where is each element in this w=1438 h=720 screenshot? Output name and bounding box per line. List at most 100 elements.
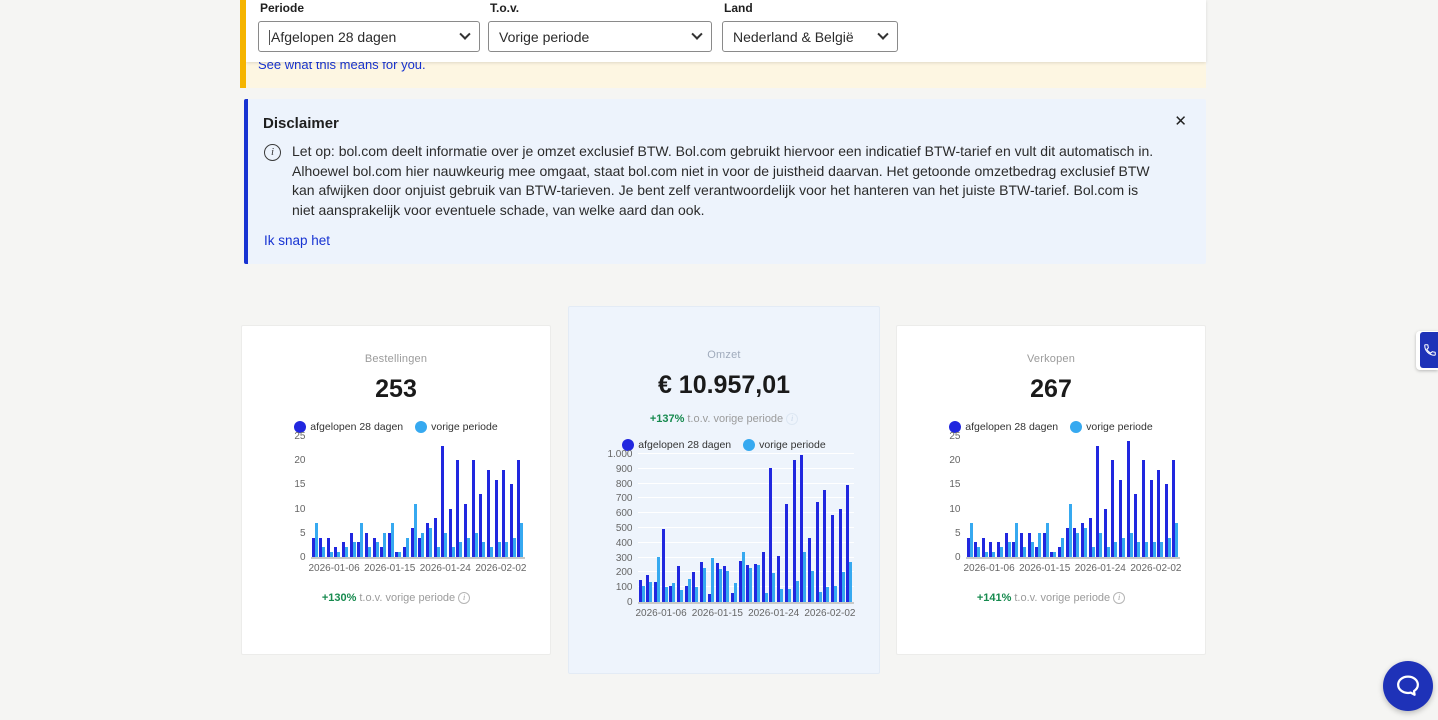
info-icon[interactable]: i <box>458 592 470 604</box>
y-axis-label: 15 <box>294 480 305 490</box>
bar-pair <box>510 484 516 557</box>
card-value: € 10.957,01 <box>658 371 790 400</box>
bar-previous <box>695 587 698 602</box>
phone-icon <box>1423 343 1437 357</box>
chat-button[interactable] <box>1383 661 1433 711</box>
y-axis-label: 800 <box>616 480 633 490</box>
bar-previous <box>452 547 455 557</box>
tov-value: Vorige periode <box>499 29 693 45</box>
bar-pair <box>731 583 737 602</box>
land-dropdown[interactable]: Nederland & België <box>722 21 898 52</box>
bar-pair <box>823 490 829 602</box>
bar-pair <box>357 523 363 557</box>
bar-pair <box>1020 533 1026 557</box>
filter-land: Land Nederland & België <box>722 0 898 52</box>
gridline <box>638 468 854 469</box>
card-bestellingen[interactable]: Bestellingen 253 afgelopen 28 dagen vori… <box>241 325 551 655</box>
bar-previous <box>680 590 683 602</box>
delta-value: +137% <box>650 413 685 425</box>
bar-previous <box>421 533 424 557</box>
x-axis-label: 2026-01-15 <box>1019 563 1070 574</box>
legend-label-current: afgelopen 28 dagen <box>638 439 731 451</box>
bar-pair <box>464 504 470 557</box>
legend-dot-previous <box>415 421 427 433</box>
bar-pair <box>654 557 660 602</box>
x-axis-label: 2026-02-02 <box>1130 563 1181 574</box>
bar-previous <box>520 523 523 557</box>
bar-previous <box>467 538 470 557</box>
bar-pair <box>746 565 752 602</box>
bar-previous <box>1084 528 1087 557</box>
bar-pair <box>441 446 447 557</box>
bar-pair <box>831 515 837 602</box>
y-axis-label: 200 <box>616 568 633 578</box>
info-icon[interactable]: i <box>786 413 798 425</box>
y-axis-label: 10 <box>294 505 305 515</box>
delta-suffix: t.o.v. vorige periode <box>359 592 455 604</box>
disclaimer-box: ✕ Disclaimer i Let op: bol.com deelt inf… <box>244 99 1206 264</box>
periode-dropdown[interactable]: Afgelopen 28 dagen <box>258 21 480 52</box>
card-omzet[interactable]: Omzet € 10.957,01 +137% t.o.v. vorige pe… <box>568 306 880 674</box>
delta-value: +130% <box>322 592 357 604</box>
bar-previous <box>757 565 760 602</box>
bar-pair <box>989 542 995 557</box>
bar-pair <box>816 502 822 602</box>
bar-pair <box>472 460 478 557</box>
bar-pair <box>777 556 783 602</box>
bar-previous <box>742 552 745 602</box>
chevron-down-icon <box>877 28 888 39</box>
land-value: Nederland & België <box>733 29 879 45</box>
bar-previous <box>1076 533 1079 557</box>
bar-previous <box>1114 542 1117 557</box>
gridline <box>638 453 854 454</box>
x-axis-label: 2026-01-24 <box>1075 563 1126 574</box>
bar-previous <box>330 552 333 557</box>
y-axis-label: 5 <box>955 529 961 539</box>
delta-value: +141% <box>977 592 1012 604</box>
bar-previous <box>642 586 645 602</box>
bar-previous <box>376 542 379 557</box>
bar-pair <box>669 583 675 602</box>
bar-previous <box>459 542 462 557</box>
bar-previous <box>437 547 440 557</box>
bar-pair <box>1035 533 1041 557</box>
disclaimer-confirm-link[interactable]: Ik snap het <box>264 233 330 248</box>
omzet-chart: 01002003004005006007008009001.000 2026-0… <box>593 456 856 619</box>
bar-pair <box>677 566 683 602</box>
bar-previous <box>1015 523 1018 557</box>
bar-pair <box>1028 533 1034 557</box>
bar-pair <box>723 566 729 602</box>
bar-pair <box>426 523 432 557</box>
bar-pair <box>997 542 1003 557</box>
chart-legend: afgelopen 28 dagen vorige periode <box>622 439 825 451</box>
bar-previous <box>796 581 799 602</box>
bar-previous <box>1145 542 1148 557</box>
card-verkopen[interactable]: Verkopen 267 afgelopen 28 dagen vorige p… <box>896 325 1206 655</box>
bar-previous <box>383 533 386 557</box>
tov-dropdown[interactable]: Vorige periode <box>488 21 712 52</box>
bar-previous <box>826 587 829 602</box>
gridline <box>638 483 854 484</box>
bar-pair <box>319 538 325 557</box>
bar-pair <box>1012 523 1018 557</box>
y-axis-label: 1.000 <box>607 450 632 460</box>
info-icon[interactable]: i <box>1113 592 1125 604</box>
bar-pair <box>334 547 340 557</box>
x-axis-label: 2026-02-02 <box>804 608 855 619</box>
gridline <box>638 497 854 498</box>
bar-pair <box>793 460 799 602</box>
close-icon[interactable]: ✕ <box>1171 111 1190 132</box>
contact-phone-tab[interactable] <box>1416 331 1438 370</box>
bar-current <box>785 504 788 602</box>
bar-pair <box>1058 538 1064 557</box>
bar-previous <box>513 538 516 557</box>
bar-previous <box>842 572 845 602</box>
filter-tov: T.o.v. Vorige periode <box>488 0 712 52</box>
bar-pair <box>839 509 845 602</box>
y-axis-label: 25 <box>949 432 960 442</box>
legend-label-previous: vorige periode <box>1086 421 1153 433</box>
bar-previous <box>429 528 432 557</box>
bar-previous <box>1168 538 1171 557</box>
bar-pair <box>1043 523 1049 557</box>
bar-pair <box>1142 460 1148 557</box>
